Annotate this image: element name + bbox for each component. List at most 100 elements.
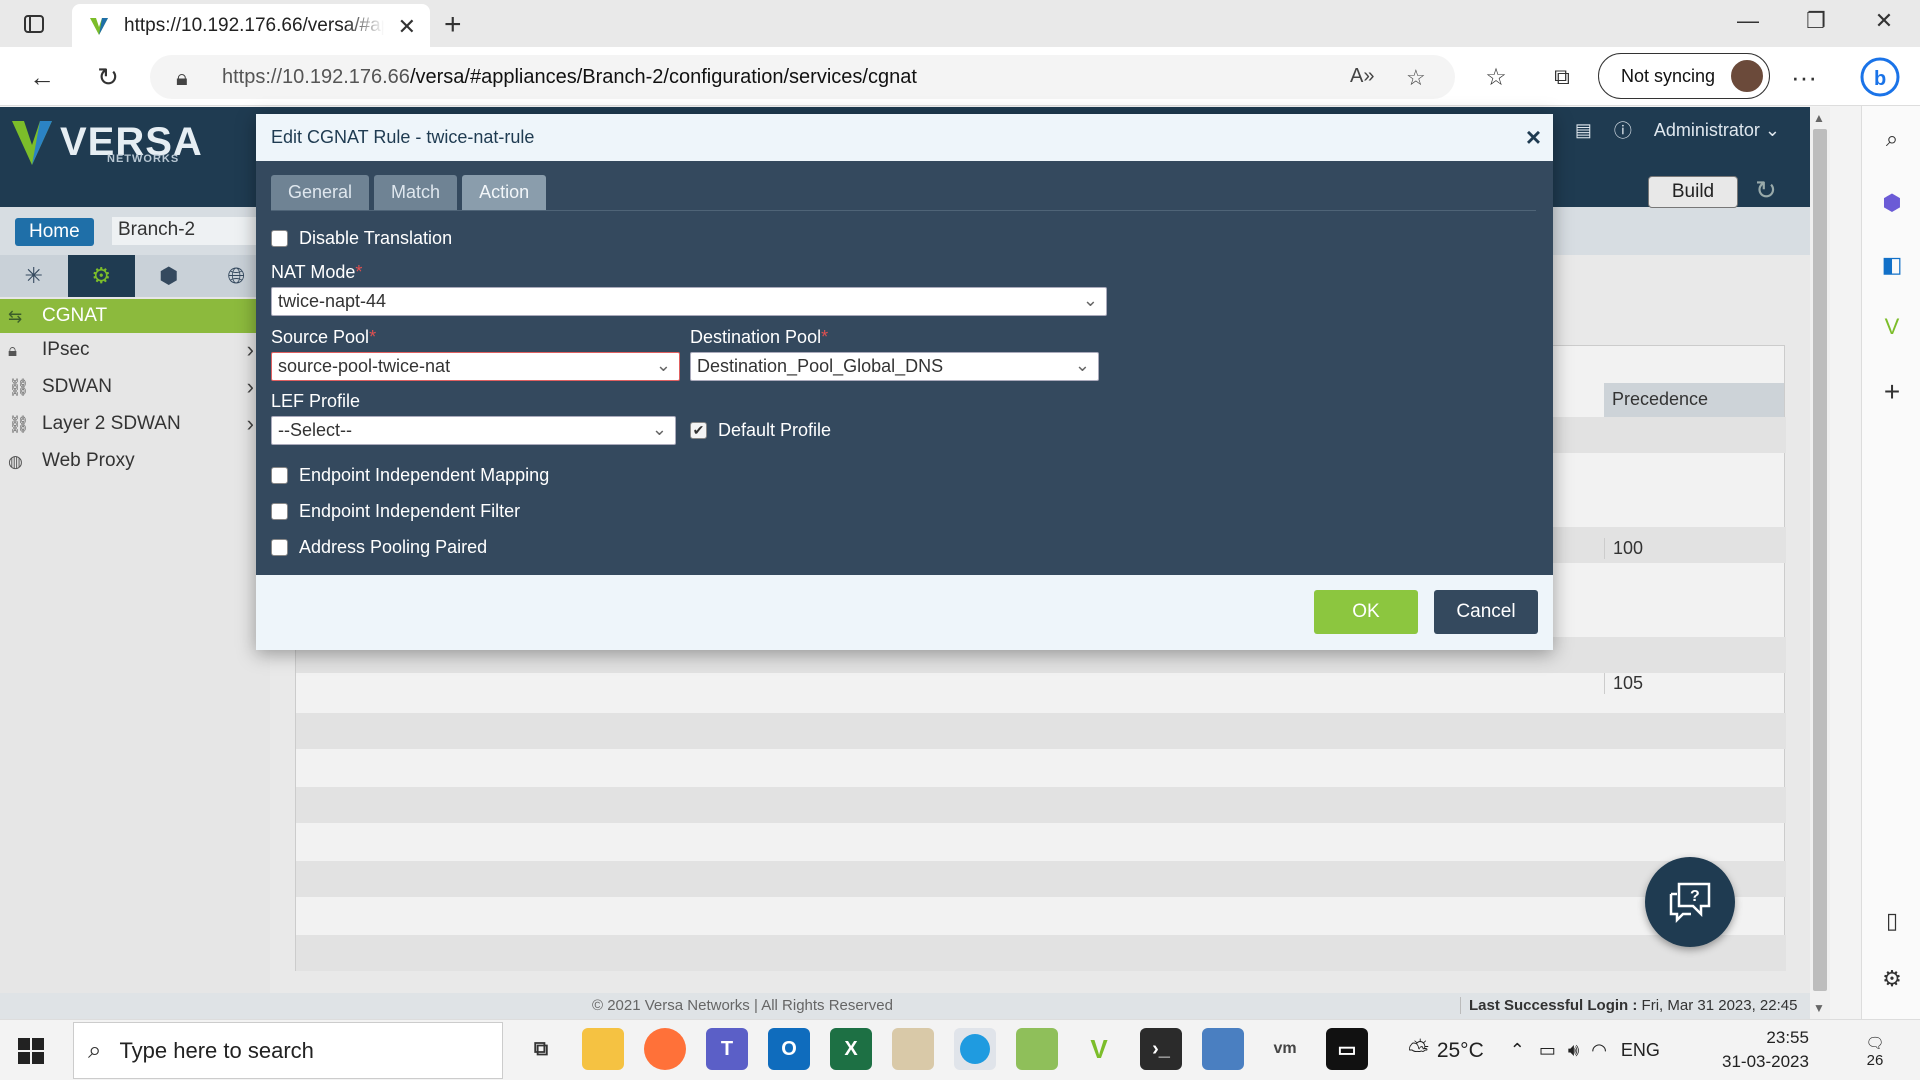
restore-icon[interactable]: ❐ [1796,8,1836,34]
endpoint-independent-mapping-checkbox[interactable]: Endpoint Independent Mapping [271,465,549,486]
checkmark-icon[interactable]: ✔ [690,422,707,439]
outlook-icon[interactable]: O [768,1028,810,1070]
endpoint-independent-filter-checkbox[interactable]: Endpoint Independent Filter [271,501,520,522]
checkbox-box[interactable] [271,467,288,484]
edge-browser-icon[interactable] [954,1028,996,1070]
collections-icon[interactable]: ⧉ [1544,59,1580,95]
tab-actions-icon[interactable] [20,10,48,38]
temperature[interactable]: 25°C [1437,1039,1484,1063]
scroll-down-icon[interactable]: ▼ [1813,1001,1825,1015]
tab-match[interactable]: Match [374,175,458,210]
versa-app-icon[interactable]: V [1879,314,1905,340]
source-pool-select[interactable]: source-pool-twice-nat ⌄ [271,352,680,381]
services-gear-icon[interactable]: ⚙ [67,255,135,297]
close-window-icon[interactable]: ✕ [1864,8,1904,34]
bing-chat-icon[interactable]: b [1858,55,1902,99]
sidebar-item-ipsec[interactable]: 🔒︎ IPsec › [0,333,256,367]
more-options-icon[interactable]: ··· [1786,59,1822,95]
cgnat-icon: ⇆ [8,307,23,326]
language-indicator[interactable]: ENG [1621,1040,1660,1061]
disable-translation-checkbox[interactable]: Disable Translation [271,228,452,249]
checkbox-box[interactable] [271,230,288,247]
task-view-icon[interactable]: ⧉ [520,1028,562,1070]
read-aloud-icon[interactable]: A» [1350,65,1374,88]
cancel-button[interactable]: Cancel [1434,590,1538,634]
volume-icon[interactable]: 🔊︎ [1568,1040,1579,1061]
sidebar-item-layer2-sdwan[interactable]: ⛓ Layer 2 SDWAN › [0,407,256,441]
address-bar[interactable]: 🔒︎ https://10.192.176.66/versa/#applianc… [150,55,1455,99]
sidebar-item-sdwan[interactable]: ⛓ SDWAN › [0,370,256,404]
wifi-icon[interactable]: ◠ [1591,1040,1607,1061]
objects-cube-icon[interactable]: ⬢ [135,255,203,297]
scroll-up-icon[interactable]: ▲ [1813,111,1825,125]
versa-logo-icon [12,121,52,165]
new-tab-button[interactable]: + [444,8,462,42]
info-icon[interactable]: ⓘ [1614,117,1632,143]
tab-action[interactable]: Action [462,175,547,210]
checkbox-box[interactable] [271,503,288,520]
table-row[interactable] [296,935,1786,971]
address-pooling-paired-checkbox[interactable]: Address Pooling Paired [271,537,487,558]
remote-desktop-icon[interactable] [1202,1028,1244,1070]
weather-cloud-icon[interactable]: ⛅︎ [1408,1035,1429,1067]
add-app-icon[interactable]: + [1879,376,1905,407]
user-menu[interactable]: Administrator ⌄ [1654,120,1780,141]
network-icon[interactable]: ✳ [0,255,68,297]
add-favorite-icon[interactable]: ☆ [1406,65,1426,91]
notepad-icon[interactable] [1016,1028,1058,1070]
terminal-icon[interactable]: ›_ [1140,1028,1182,1070]
firefox-icon[interactable] [644,1028,686,1070]
table-row[interactable] [296,861,1786,897]
refresh-icon[interactable]: ↻ [90,59,126,95]
help-chat-button[interactable]: ? [1645,857,1735,947]
checkbox-box[interactable] [271,539,288,556]
lock-icon[interactable]: 🔒︎ [176,65,188,91]
lef-profile-select[interactable]: --Select-- ⌄ [271,416,676,445]
tab-general[interactable]: General [271,175,370,210]
favorites-icon[interactable]: ☆ [1478,59,1514,95]
back-icon[interactable]: ← [24,59,60,95]
sync-button[interactable]: Not syncing [1598,53,1770,99]
appliance-name[interactable]: Branch-2 [112,217,272,245]
tray-expand-icon[interactable]: ⌃ [1510,1040,1525,1061]
default-profile-checkbox[interactable]: ✔ Default Profile [690,420,831,441]
last-login: Last Successful Login : Fri, Mar 31 2023… [1460,997,1797,1014]
versa-app-icon[interactable]: V [1078,1028,1120,1070]
console-icon[interactable]: ▭ [1326,1028,1368,1070]
copilot-icon[interactable]: ⬢ [1879,190,1905,216]
minimize-icon[interactable]: — [1728,8,1768,34]
refresh-app-icon[interactable]: ↻ [1755,175,1777,206]
notifications-icon[interactable]: 🗨︎26 [1858,1034,1892,1069]
page-scrollbar[interactable]: ▲ ▼ [1810,107,1830,1019]
lef-profile-value: --Select-- [278,420,353,440]
excel-icon[interactable]: X [830,1028,872,1070]
sidebar-item-cgnat[interactable]: ⇆ CGNAT [0,299,256,333]
close-icon[interactable]: × [1526,122,1541,153]
tab-close-icon[interactable]: ✕ [398,14,416,40]
precedence-header[interactable]: Precedence [1604,383,1784,417]
build-button[interactable]: Build [1648,176,1738,208]
outlook-icon[interactable]: ◧ [1879,252,1905,278]
table-row[interactable] [296,787,1786,823]
windows-start-icon[interactable] [18,1038,44,1064]
battery-icon[interactable]: ▭ [1539,1040,1556,1061]
sidebar-item-web-proxy[interactable]: ◍ Web Proxy [0,444,256,478]
search-icon[interactable]: ⌕ [1879,126,1905,152]
taskbar-search[interactable]: ⌕ Type here to search [73,1022,503,1079]
ok-button[interactable]: OK [1314,590,1418,634]
nat-mode-select[interactable]: twice-napt-44 ⌄ [271,287,1107,316]
settings-gear-icon[interactable]: ⚙ [1879,966,1905,992]
sidebar-toggle-icon[interactable]: ▯ [1879,908,1905,934]
tasks-icon[interactable]: ▤ [1575,120,1592,141]
file-explorer-icon[interactable] [582,1028,624,1070]
destination-pool-select[interactable]: Destination_Pool_Global_DNS ⌄ [690,352,1099,381]
clock[interactable]: 23:55 31-03-2023 [1722,1026,1809,1074]
vmware-icon[interactable]: vm [1264,1028,1306,1070]
browser-tab[interactable]: https://10.192.176.66/versa/#applian ✕ [72,4,430,47]
table-row[interactable] [296,713,1786,749]
scrollbar-thumb[interactable] [1813,129,1827,991]
home-button[interactable]: Home [15,218,94,246]
checkbox-label: Address Pooling Paired [299,537,488,557]
teams-icon[interactable]: T [706,1028,748,1070]
paint-icon[interactable] [892,1028,934,1070]
